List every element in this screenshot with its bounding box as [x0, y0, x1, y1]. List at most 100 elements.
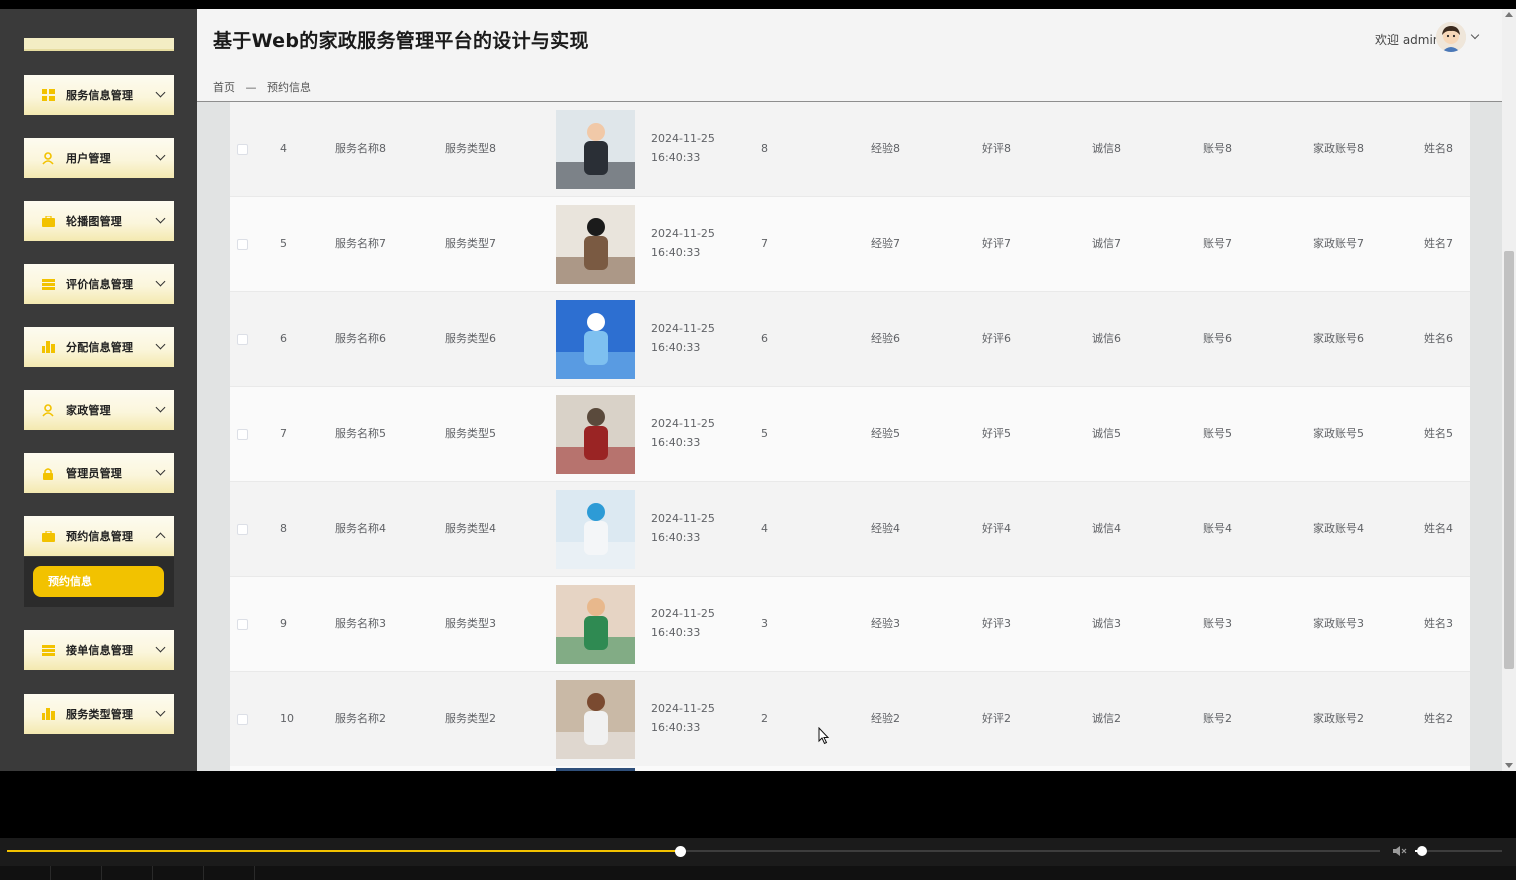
service-thumbnail: [556, 110, 635, 189]
sidebar-item-reviews[interactable]: 评价信息管理: [24, 264, 174, 304]
table-row[interactable]: 8 服务名称4 服务类型4 4 经验4 好评4 诚信4 账号4 家政账号4 姓名4 2024-11-…: [230, 482, 1470, 577]
cell-review: 好评6: [982, 332, 1011, 345]
volume-slider[interactable]: [1415, 846, 1502, 856]
cell-number: 3: [761, 617, 768, 630]
cell-index: 9: [280, 617, 287, 630]
vertical-scrollbar[interactable]: [1502, 9, 1516, 771]
table-row[interactable]: 9 服务名称3 服务类型3 3 经验3 好评3 诚信3 账号3 家政账号3 姓名3 2024-11-…: [230, 577, 1470, 672]
chart-icon: [41, 340, 55, 354]
breadcrumb-home[interactable]: 首页: [213, 81, 235, 94]
cell-housekeeper-account: 家政账号7: [1313, 237, 1364, 250]
sidebar-subitem-appointment-info[interactable]: 预约信息: [33, 566, 164, 597]
scrollbar-thumb[interactable]: [1504, 251, 1514, 669]
cell-index: 5: [280, 237, 287, 250]
cell-experience: 经验5: [871, 427, 900, 440]
table-row[interactable]: 7 服务名称5 服务类型5 5 经验5 好评5 诚信5 账号5 家政账号5 姓名5 2024-11-…: [230, 387, 1470, 482]
avatar[interactable]: [1436, 22, 1466, 52]
service-thumbnail: [556, 205, 635, 284]
sidebar-item-label: 评价信息管理: [66, 278, 134, 291]
cell-time: 2024-11-25 16:40:33: [651, 512, 715, 544]
cell-housekeeper-name: 姓名6: [1424, 332, 1453, 345]
cell-time: 2024-11-25 16:40:33: [651, 227, 715, 259]
cell-service-type: 服务类型7: [445, 237, 496, 250]
volume-handle[interactable]: [1416, 846, 1427, 856]
chevron-down-icon: [155, 339, 166, 350]
row-checkbox[interactable]: [237, 619, 248, 630]
cell-index: 6: [280, 332, 287, 345]
cell-index: 10: [280, 712, 294, 725]
sidebar-item-admins[interactable]: 管理员管理: [24, 453, 174, 493]
cell-service-name: 服务名称4: [335, 522, 386, 535]
service-thumbnail: [556, 585, 635, 664]
volume-icon[interactable]: [1392, 845, 1408, 857]
cell-time: 2024-11-25 16:40:33: [651, 607, 715, 639]
sidebar-item-label: 接单信息管理: [66, 644, 134, 657]
cell-experience: 经验3: [871, 617, 900, 630]
cell-credit: 诚信2: [1092, 712, 1121, 725]
scroll-up-icon[interactable]: [1505, 12, 1513, 17]
cell-housekeeper-account: 家政账号5: [1313, 427, 1364, 440]
sidebar-item-service-info[interactable]: 服务信息管理: [24, 75, 174, 115]
table-row[interactable]: 10 服务名称2 服务类型2 2 经验2 好评2 诚信2 账号2 家政账号2 姓名2 2024-11…: [230, 672, 1470, 767]
sidebar-item-orders[interactable]: 接单信息管理: [24, 630, 174, 670]
row-checkbox[interactable]: [237, 144, 248, 155]
player-button[interactable]: [153, 866, 204, 880]
cell-service-type: 服务类型8: [445, 142, 496, 155]
row-checkbox[interactable]: [237, 524, 248, 535]
cell-time: 2024-11-25 16:40:33: [651, 702, 715, 734]
row-checkbox[interactable]: [237, 239, 248, 250]
player-button[interactable]: [51, 866, 102, 880]
cell-credit: 诚信8: [1092, 142, 1121, 155]
cell-housekeeper-account: 家政账号3: [1313, 617, 1364, 630]
table-row[interactable]: 6 服务名称6 服务类型6 6 经验6 好评6 诚信6 账号6 家政账号6 姓名6 2024-11-…: [230, 292, 1470, 387]
service-thumbnail: [556, 490, 635, 569]
table-row[interactable]: 4 服务名称8 服务类型8 8 经验8 好评8 诚信8 账号8 家政账号8 姓名8 2024-11-…: [230, 102, 1470, 197]
table-row[interactable]: 5 服务名称7 服务类型7 7 经验7 好评7 诚信7 账号7 家政账号7 姓名7 2024-11-…: [230, 197, 1470, 292]
cell-index: 8: [280, 522, 287, 535]
player-button[interactable]: [204, 866, 255, 880]
sidebar: 服务信息管理 用户管理 轮播图管理 评价信息管理 分配信息管理 家政管理 管理员…: [0, 9, 197, 771]
cell-index: 4: [280, 142, 287, 155]
cell-number: 8: [761, 142, 768, 155]
sidebar-item-label: 用户管理: [66, 152, 111, 165]
chevron-down-icon[interactable]: [1470, 30, 1480, 40]
cell-account: 账号8: [1203, 142, 1232, 155]
cell-review: 好评7: [982, 237, 1011, 250]
chevron-down-icon: [155, 706, 166, 717]
cell-experience: 经验2: [871, 712, 900, 725]
seek-bar[interactable]: [7, 846, 1380, 857]
cell-number: 6: [761, 332, 768, 345]
cell-account: 账号7: [1203, 237, 1232, 250]
sidebar-item-assignments[interactable]: 分配信息管理: [24, 327, 174, 367]
scroll-down-icon[interactable]: [1505, 763, 1513, 768]
cell-credit: 诚信6: [1092, 332, 1121, 345]
sidebar-item-service-types[interactable]: 服务类型管理: [24, 694, 174, 734]
breadcrumb-current: 预约信息: [267, 81, 311, 94]
cell-experience: 经验4: [871, 522, 900, 535]
cell-service-type: 服务类型4: [445, 522, 496, 535]
sidebar-item-partial[interactable]: [24, 38, 174, 51]
page-title: 基于Web的家政服务管理平台的设计与实现: [213, 30, 589, 52]
video-player-controls: [0, 838, 1516, 880]
row-checkbox[interactable]: [237, 429, 248, 440]
sidebar-item-carousel[interactable]: 轮播图管理: [24, 201, 174, 241]
sidebar-item-housekeepers[interactable]: 家政管理: [24, 390, 174, 430]
cell-time: 2024-11-25 16:40:33: [651, 417, 715, 449]
user-icon: [41, 151, 55, 165]
player-button[interactable]: [102, 866, 153, 880]
sidebar-item-users[interactable]: 用户管理: [24, 138, 174, 178]
player-button[interactable]: [0, 866, 51, 880]
seek-progress: [7, 850, 680, 852]
chevron-down-icon: [155, 213, 166, 224]
chevron-down-icon: [155, 87, 166, 98]
sidebar-item-appointments[interactable]: 预约信息管理: [24, 516, 174, 556]
cell-housekeeper-account: 家政账号2: [1313, 712, 1364, 725]
cell-account: 账号6: [1203, 332, 1232, 345]
seek-handle[interactable]: [674, 846, 686, 857]
row-checkbox[interactable]: [237, 714, 248, 725]
cell-review: 好评2: [982, 712, 1011, 725]
row-checkbox[interactable]: [237, 334, 248, 345]
sidebar-item-label: 管理员管理: [66, 467, 122, 480]
cell-housekeeper-name: 姓名3: [1424, 617, 1453, 630]
service-thumbnail: [556, 680, 635, 759]
